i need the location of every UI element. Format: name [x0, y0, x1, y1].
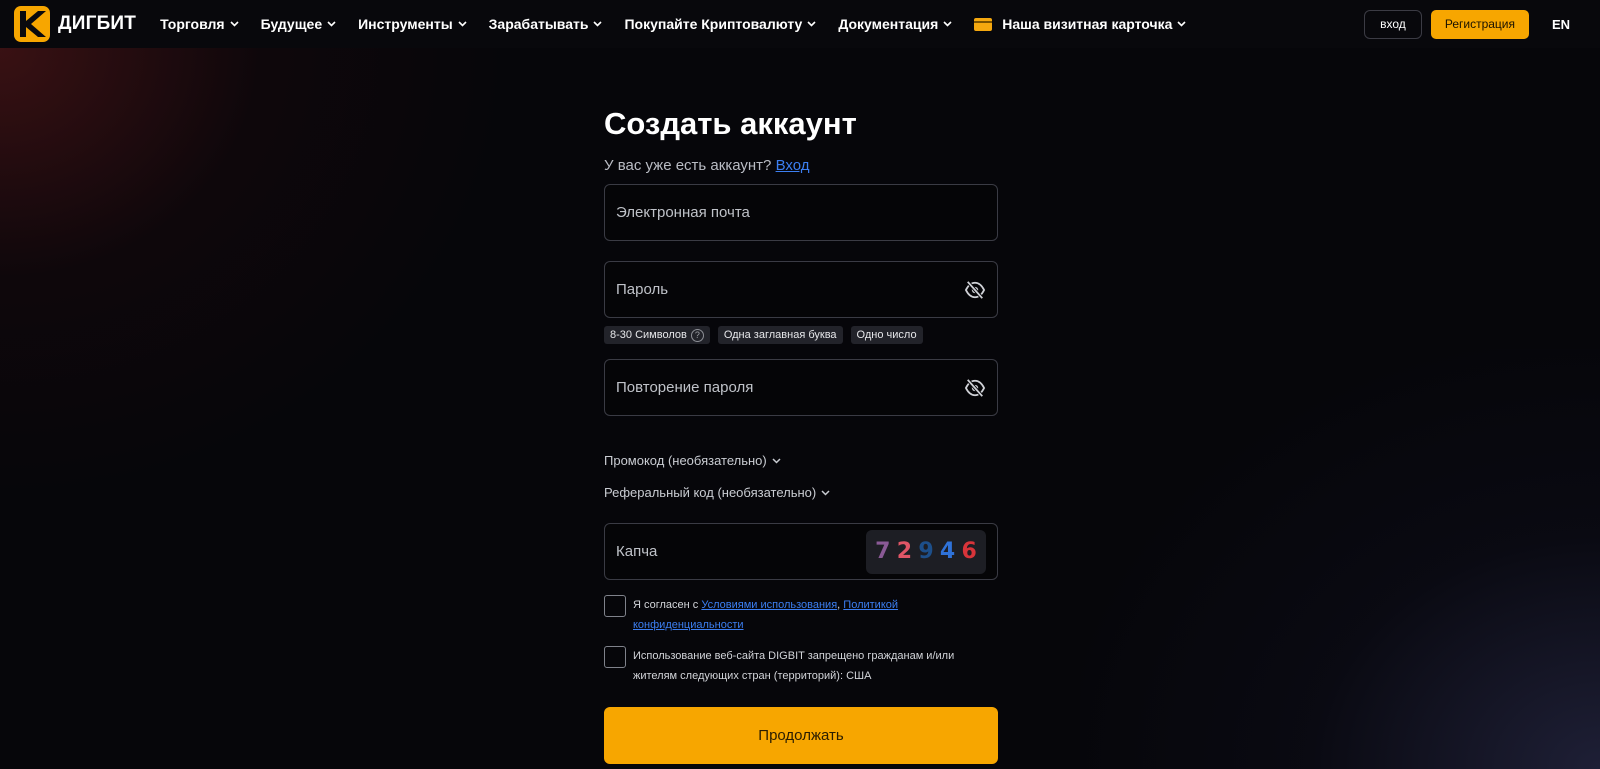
nav-item-label: Покупайте Криптовалюту	[624, 16, 803, 32]
captcha-digit: 4	[939, 539, 956, 564]
requirement-length: 8-30 Символов ?	[604, 326, 710, 344]
captcha-digit: 9	[918, 539, 934, 564]
restriction-agreement: Использование веб-сайта DIGBIT запрещено…	[604, 646, 998, 686]
referral-code-toggle[interactable]: Реферальный код (необязательно)	[604, 485, 998, 500]
nav-item-business-card[interactable]: Наша визитная карточка	[974, 16, 1186, 32]
terms-agreement: Я согласен с Условиями использования, По…	[604, 595, 998, 635]
signup-form: Создать аккаунт У вас уже есть аккаунт? …	[604, 104, 998, 764]
nav-item-label: Будущее	[260, 16, 323, 32]
chevron-down-icon	[1177, 21, 1186, 27]
confirm-password-input[interactable]	[616, 379, 964, 396]
main-nav: Торговля Будущее Инструменты Зарабатыват…	[160, 16, 1208, 32]
has-account-text: У вас уже есть аккаунт?	[604, 157, 772, 174]
terms-text: Я согласен с Условиями использования, По…	[633, 595, 998, 635]
nav-item-label: Документация	[838, 16, 939, 32]
chevron-down-icon	[327, 21, 336, 27]
nav-item-trading[interactable]: Торговля	[160, 16, 239, 32]
terms-separator: ,	[837, 599, 841, 611]
confirm-password-field[interactable]	[604, 359, 998, 416]
chevron-down-icon	[943, 21, 952, 27]
chevron-down-icon	[593, 21, 603, 27]
header-actions: вход Регистрация EN	[1363, 9, 1586, 39]
captcha-field[interactable]: 72946	[604, 523, 998, 580]
terms-of-use-link[interactable]: Условиями использования	[701, 599, 837, 611]
captcha-image[interactable]: 72946	[866, 529, 986, 574]
top-navigation-bar: ДИГБИТ Торговля Будущее Инструменты Зара…	[0, 0, 1600, 48]
brand-name: ДИГБИТ	[58, 13, 137, 34]
captcha-input[interactable]	[616, 543, 866, 560]
background-glow-left	[0, 48, 520, 508]
nav-item-tools[interactable]: Инструменты	[358, 16, 467, 32]
captcha-digit: 7	[875, 539, 891, 564]
requirement-uppercase: Одна заглавная буква	[717, 326, 843, 344]
eye-off-icon[interactable]	[964, 280, 986, 300]
promo-code-toggle[interactable]: Промокод (необязательно)	[604, 453, 998, 468]
password-field[interactable]	[604, 261, 998, 318]
password-requirements: 8-30 Символов ? Одна заглавная буква Одн…	[604, 326, 998, 344]
restriction-text: Использование веб-сайта DIGBIT запрещено…	[633, 650, 955, 682]
login-link[interactable]: Вход	[776, 157, 810, 174]
chevron-down-icon	[821, 489, 830, 496]
email-field[interactable]	[604, 184, 998, 241]
requirement-number: Одно число	[850, 326, 923, 344]
has-account-prompt: У вас уже есть аккаунт? Вход	[604, 156, 998, 176]
background-glow-right	[1080, 349, 1600, 769]
page-title: Создать аккаунт	[604, 106, 857, 141]
chevron-down-icon	[807, 21, 816, 27]
chevron-down-icon	[229, 21, 239, 27]
terms-checkbox[interactable]	[604, 595, 626, 617]
language-selector[interactable]: EN	[1552, 17, 1570, 32]
nav-item-label: Торговля	[160, 16, 225, 32]
password-input[interactable]	[616, 281, 964, 298]
login-button[interactable]: вход	[1363, 9, 1422, 39]
terms-prefix: Я согласен с	[633, 599, 699, 611]
nav-item-earn[interactable]: Зарабатывать	[489, 16, 603, 32]
captcha-digit: 6	[961, 539, 977, 564]
chevron-down-icon	[772, 457, 781, 464]
nav-item-label: Инструменты	[358, 16, 453, 32]
referral-code-label: Реферальный код (необязательно)	[604, 485, 817, 500]
nav-item-label: Зарабатывать	[488, 16, 589, 32]
help-icon[interactable]: ?	[690, 328, 704, 342]
brand[interactable]: ДИГБИТ	[14, 6, 136, 42]
email-input[interactable]	[616, 204, 986, 221]
nav-item-documentation[interactable]: Документация	[838, 16, 952, 32]
nav-item-buy-crypto[interactable]: Покупайте Криптовалюту	[624, 16, 816, 32]
register-button[interactable]: Регистрация	[1430, 9, 1529, 39]
restriction-checkbox[interactable]	[604, 646, 626, 668]
nav-item-futures[interactable]: Будущее	[261, 16, 337, 32]
digbit-logo-icon	[14, 6, 50, 42]
continue-button[interactable]: Продолжать	[604, 707, 998, 764]
nav-item-label: Наша визитная карточка	[1002, 16, 1173, 32]
eye-off-icon[interactable]	[964, 378, 986, 398]
captcha-digit: 2	[896, 539, 913, 564]
requirement-label: 8-30 Символов	[610, 329, 687, 341]
promo-code-label: Промокод (необязательно)	[604, 453, 767, 468]
chevron-down-icon	[458, 21, 467, 27]
card-icon	[974, 17, 993, 31]
